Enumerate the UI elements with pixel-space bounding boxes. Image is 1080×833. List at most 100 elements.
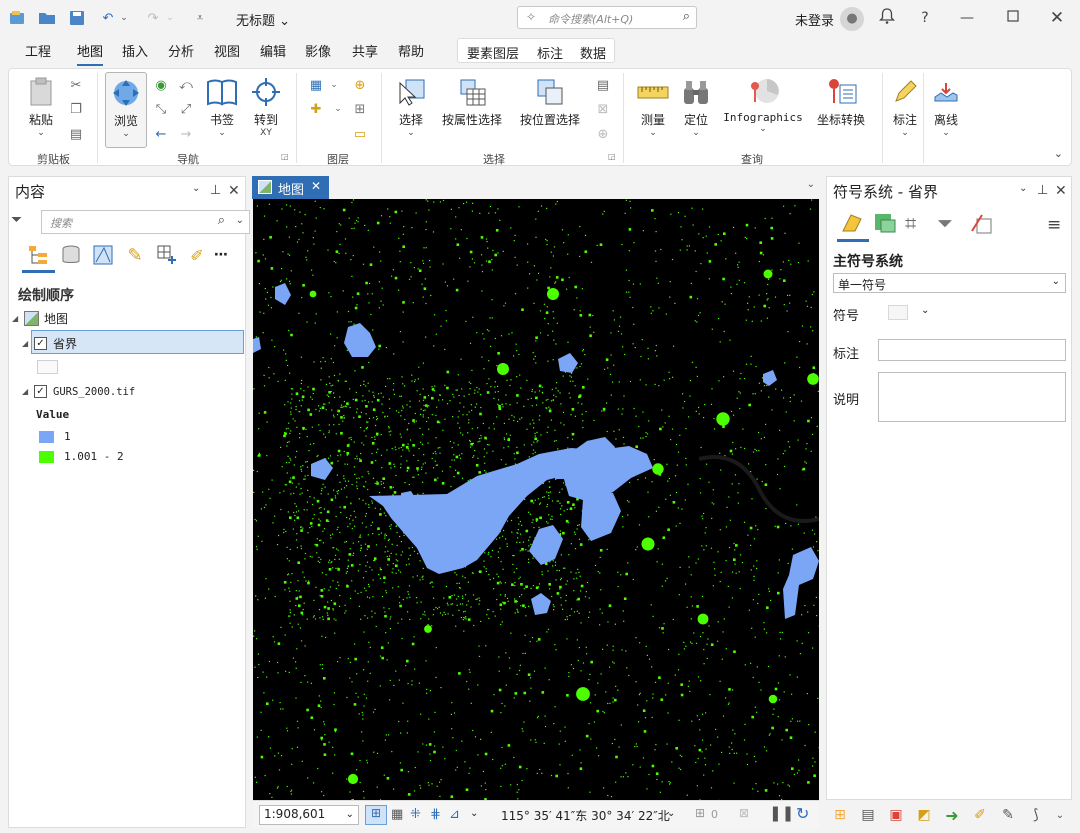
collapse-triangle-icon[interactable]: ◢ [12, 314, 24, 323]
attributes-icon[interactable]: ▤ [594, 77, 612, 93]
tab-analysis[interactable]: 分析 [168, 41, 194, 60]
xy-table-icon[interactable]: ⊞ [351, 101, 369, 117]
coordinate-format-dropdown-icon[interactable]: ⌄ [667, 808, 675, 819]
tab-feature-layer[interactable]: 要素图层 [467, 43, 519, 62]
redo-dropdown-icon[interactable]: ⌄ [160, 8, 180, 28]
pane-options-icon[interactable]: ⌄ [1019, 183, 1027, 194]
filter-icon[interactable]: ⏷ [11, 212, 22, 228]
label-input[interactable] [878, 339, 1066, 361]
layer-item-province-boundary[interactable]: ◢ ✓ 省界 [22, 335, 77, 352]
correction-icon[interactable]: ⊿ [449, 807, 460, 822]
navigate-launcher-icon[interactable]: ◲ [281, 152, 289, 161]
map-view[interactable] [253, 199, 819, 800]
tab-insert[interactable]: 插入 [122, 41, 148, 60]
close-tab-icon[interactable]: ✕ [311, 179, 321, 193]
minimize-icon[interactable]: — [956, 7, 978, 29]
close-pane-icon[interactable]: ✕ [228, 183, 240, 199]
offline-button[interactable]: 离线 ⌄ [916, 75, 976, 138]
tab-data[interactable]: 数据 [580, 43, 606, 62]
customize-toolbar-icon[interactable]: ⩡ [190, 8, 210, 28]
tab-edit[interactable]: 编辑 [260, 41, 286, 60]
tab-help[interactable]: 帮助 [398, 41, 424, 60]
copy-path-icon[interactable]: ▤ [67, 126, 85, 142]
notification-bell-icon[interactable] [876, 7, 898, 29]
go-to-xy-button[interactable]: 转到 XY [236, 75, 296, 138]
close-window-icon[interactable]: ✕ [1046, 7, 1068, 29]
add-layer-icon[interactable]: ✚ [307, 101, 325, 117]
snapping-icon[interactable]: ⁜ [410, 807, 421, 822]
collapse-triangle-icon[interactable]: ◢ [22, 387, 34, 396]
pin-icon[interactable]: ⊥ [1037, 183, 1048, 198]
modify-features-icon[interactable]: ⟆ [1026, 806, 1046, 824]
menu-hamburger-icon[interactable]: ≡ [1047, 215, 1061, 235]
open-folder-icon[interactable] [37, 8, 57, 28]
document-title[interactable]: 无标题 ⌄ [236, 10, 290, 29]
help-icon[interactable]: ? [914, 7, 936, 29]
export-arrow-icon[interactable]: ➜ [942, 806, 962, 825]
geoprocessing-pane-icon[interactable]: ▣ [886, 806, 906, 824]
full-extent-icon[interactable]: ◉ [152, 77, 170, 93]
convert-coordinates-button[interactable]: 坐标转换 [810, 75, 872, 128]
save-icon[interactable] [67, 8, 87, 28]
add-graphics-icon[interactable]: ▭ [351, 126, 369, 142]
new-project-icon[interactable] [8, 8, 28, 28]
basemap-dropdown-icon[interactable]: ⌄ [325, 77, 343, 93]
list-by-drawing-order-icon[interactable] [26, 243, 50, 267]
select-by-attributes-button[interactable]: 按属性选择 [435, 75, 509, 128]
symbol-layer-tab-icon[interactable]: ⌗ [905, 211, 916, 235]
refresh-map-icon[interactable]: ↻ [796, 804, 809, 823]
more-options-icon[interactable]: ⋯ [209, 243, 233, 267]
add-layer-dropdown-icon[interactable]: ⌄ [329, 101, 347, 117]
collapse-ribbon-icon[interactable]: ⌄ [1054, 147, 1063, 160]
grid-snap-icon[interactable]: ⊞ [365, 805, 387, 825]
collapse-triangle-icon[interactable]: ◢ [22, 339, 34, 348]
close-pane-icon[interactable]: ✕ [1055, 183, 1067, 199]
list-by-selection-icon[interactable] [91, 243, 115, 267]
more-panes-dropdown-icon[interactable]: ⌄ [1050, 806, 1070, 824]
add-data-icon[interactable]: ⊕ [351, 77, 369, 93]
tab-view[interactable]: 视图 [214, 41, 240, 60]
cut-icon[interactable]: ✂ [67, 77, 85, 93]
scale-dropdown-icon[interactable]: ⌄ [346, 809, 354, 820]
locate-button[interactable]: 定位 ⌄ [666, 75, 726, 138]
clear-selection-icon[interactable]: ⊠ [594, 101, 612, 117]
select-button[interactable]: 选择 ⌄ [381, 75, 441, 138]
basemap-icon[interactable]: ▦ [307, 77, 325, 93]
vary-symbology-tab-icon[interactable] [872, 211, 898, 238]
paste-button[interactable]: 粘贴 ⌄ [11, 75, 71, 138]
sign-in-status[interactable]: 未登录 [795, 10, 834, 29]
tab-list-dropdown-icon[interactable]: ⌄ [807, 179, 815, 190]
pin-icon[interactable]: ⊥ [210, 183, 221, 198]
avatar-icon[interactable]: ● [840, 7, 864, 31]
legend-item[interactable]: 1.001 - 2 [39, 450, 124, 463]
fixed-zoom-in-icon[interactable]: ⤡ [152, 101, 170, 117]
table-grid-icon[interactable]: ▦ [391, 807, 403, 822]
list-by-source-icon[interactable] [59, 243, 83, 267]
list-by-snapping-icon[interactable] [155, 243, 179, 267]
pane-options-icon[interactable]: ⌄ [192, 183, 200, 194]
contents-pane-icon[interactable]: ⊞ [830, 806, 850, 824]
tools-dropdown-icon[interactable]: ⌄ [470, 808, 478, 819]
command-search-input[interactable]: ✧ 命令搜索(Alt+Q) ⌕ [517, 6, 697, 29]
filter-tab-icon[interactable]: ⏷ [937, 211, 953, 235]
grid-icon[interactable]: ⋕ [430, 807, 441, 822]
zoom-to-selection-icon[interactable]: ⊕ [594, 126, 612, 142]
symbology-pane-icon[interactable]: ◩ [914, 806, 934, 824]
copy-icon[interactable]: ❐ [67, 101, 85, 117]
symbol-settings-tab-icon[interactable] [969, 211, 995, 238]
tab-labeling[interactable]: 标注 [537, 43, 563, 62]
polygon-symbol-swatch[interactable] [37, 360, 58, 374]
visibility-checkbox[interactable]: ✓ [34, 385, 47, 398]
tab-imagery[interactable]: 影像 [305, 41, 331, 60]
symbol-preview-swatch[interactable] [888, 305, 908, 320]
selection-launcher-icon[interactable]: ◲ [608, 152, 616, 161]
map-tree-item[interactable]: ◢ 地图 [12, 310, 68, 327]
list-by-labeling-icon[interactable]: ✐ [185, 243, 209, 267]
labeling-pane-icon[interactable]: ✐ [970, 806, 990, 824]
tab-map[interactable]: 地图 [77, 41, 104, 66]
back-arrow-icon[interactable]: ← [152, 126, 170, 142]
catalog-pane-icon[interactable]: ▤ [858, 806, 878, 824]
legend-item[interactable]: 1 [39, 430, 71, 443]
symbol-dropdown-icon[interactable]: ⌄ [921, 305, 929, 316]
tab-map-view[interactable]: 地图 ✕ [252, 176, 329, 199]
